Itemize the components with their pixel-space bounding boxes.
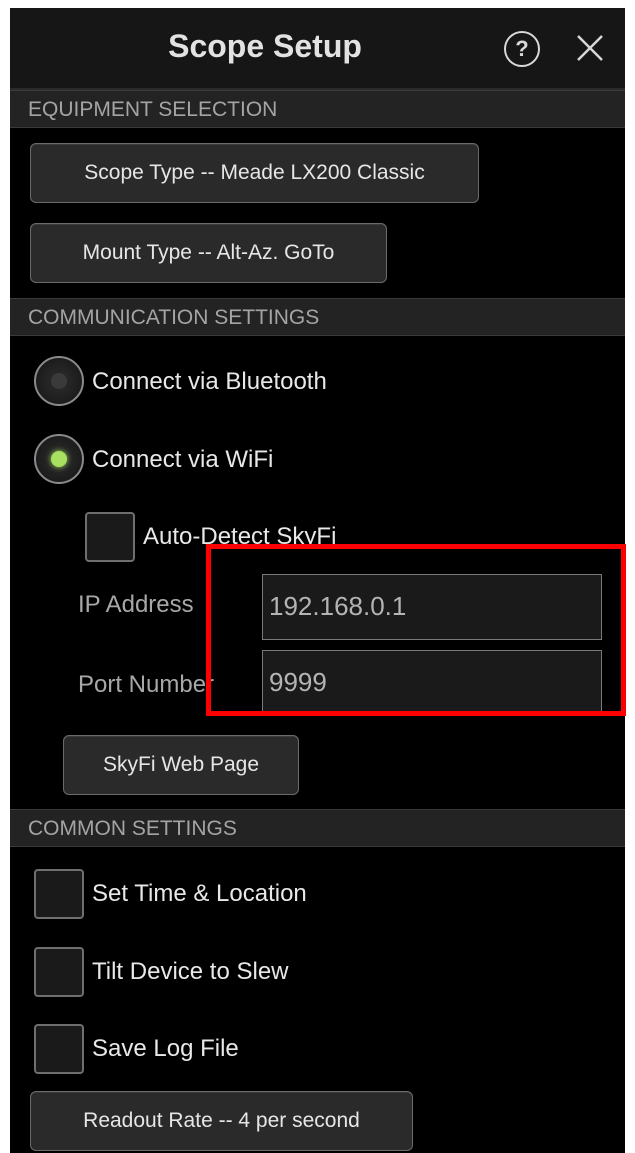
- time-location-checkbox[interactable]: [34, 869, 84, 919]
- title-bar: Scope Setup ?: [10, 8, 625, 90]
- time-location-label[interactable]: Set Time & Location: [92, 879, 307, 909]
- radio-indicator: [51, 373, 67, 389]
- section-common-settings: COMMON SETTINGS: [10, 809, 625, 847]
- radio-indicator: [51, 451, 67, 467]
- help-icon[interactable]: ?: [504, 31, 540, 67]
- save-log-checkbox[interactable]: [34, 1024, 84, 1074]
- dialog-title: Scope Setup: [168, 28, 362, 64]
- port-number-label: Port Number: [78, 671, 215, 698]
- bluetooth-radio[interactable]: [34, 356, 84, 406]
- port-number-field[interactable]: 9999: [262, 650, 602, 716]
- save-log-label[interactable]: Save Log File: [92, 1034, 239, 1064]
- mount-type-button[interactable]: Mount Type -- Alt-Az. GoTo: [30, 223, 387, 283]
- section-communication-settings: COMMUNICATION SETTINGS: [10, 298, 625, 336]
- scope-setup-dialog: Scope Setup ? EQUIPMENT SELECTION Scope …: [10, 8, 625, 1153]
- wifi-radio[interactable]: [34, 434, 84, 484]
- wifi-label[interactable]: Connect via WiFi: [92, 445, 273, 475]
- ip-address-label: IP Address: [78, 591, 194, 618]
- scope-type-button[interactable]: Scope Type -- Meade LX200 Classic: [30, 143, 479, 203]
- readout-rate-button[interactable]: Readout Rate -- 4 per second: [30, 1091, 413, 1151]
- section-equipment-selection: EQUIPMENT SELECTION: [10, 90, 625, 128]
- auto-detect-label[interactable]: Auto-Detect SkyFi: [143, 522, 336, 552]
- ip-address-field[interactable]: 192.168.0.1: [262, 574, 602, 640]
- bluetooth-label[interactable]: Connect via Bluetooth: [92, 367, 327, 397]
- auto-detect-checkbox[interactable]: [85, 512, 135, 562]
- close-icon[interactable]: [572, 30, 608, 66]
- tilt-device-label[interactable]: Tilt Device to Slew: [92, 957, 289, 987]
- tilt-device-checkbox[interactable]: [34, 947, 84, 997]
- skyfi-web-page-button[interactable]: SkyFi Web Page: [63, 735, 299, 795]
